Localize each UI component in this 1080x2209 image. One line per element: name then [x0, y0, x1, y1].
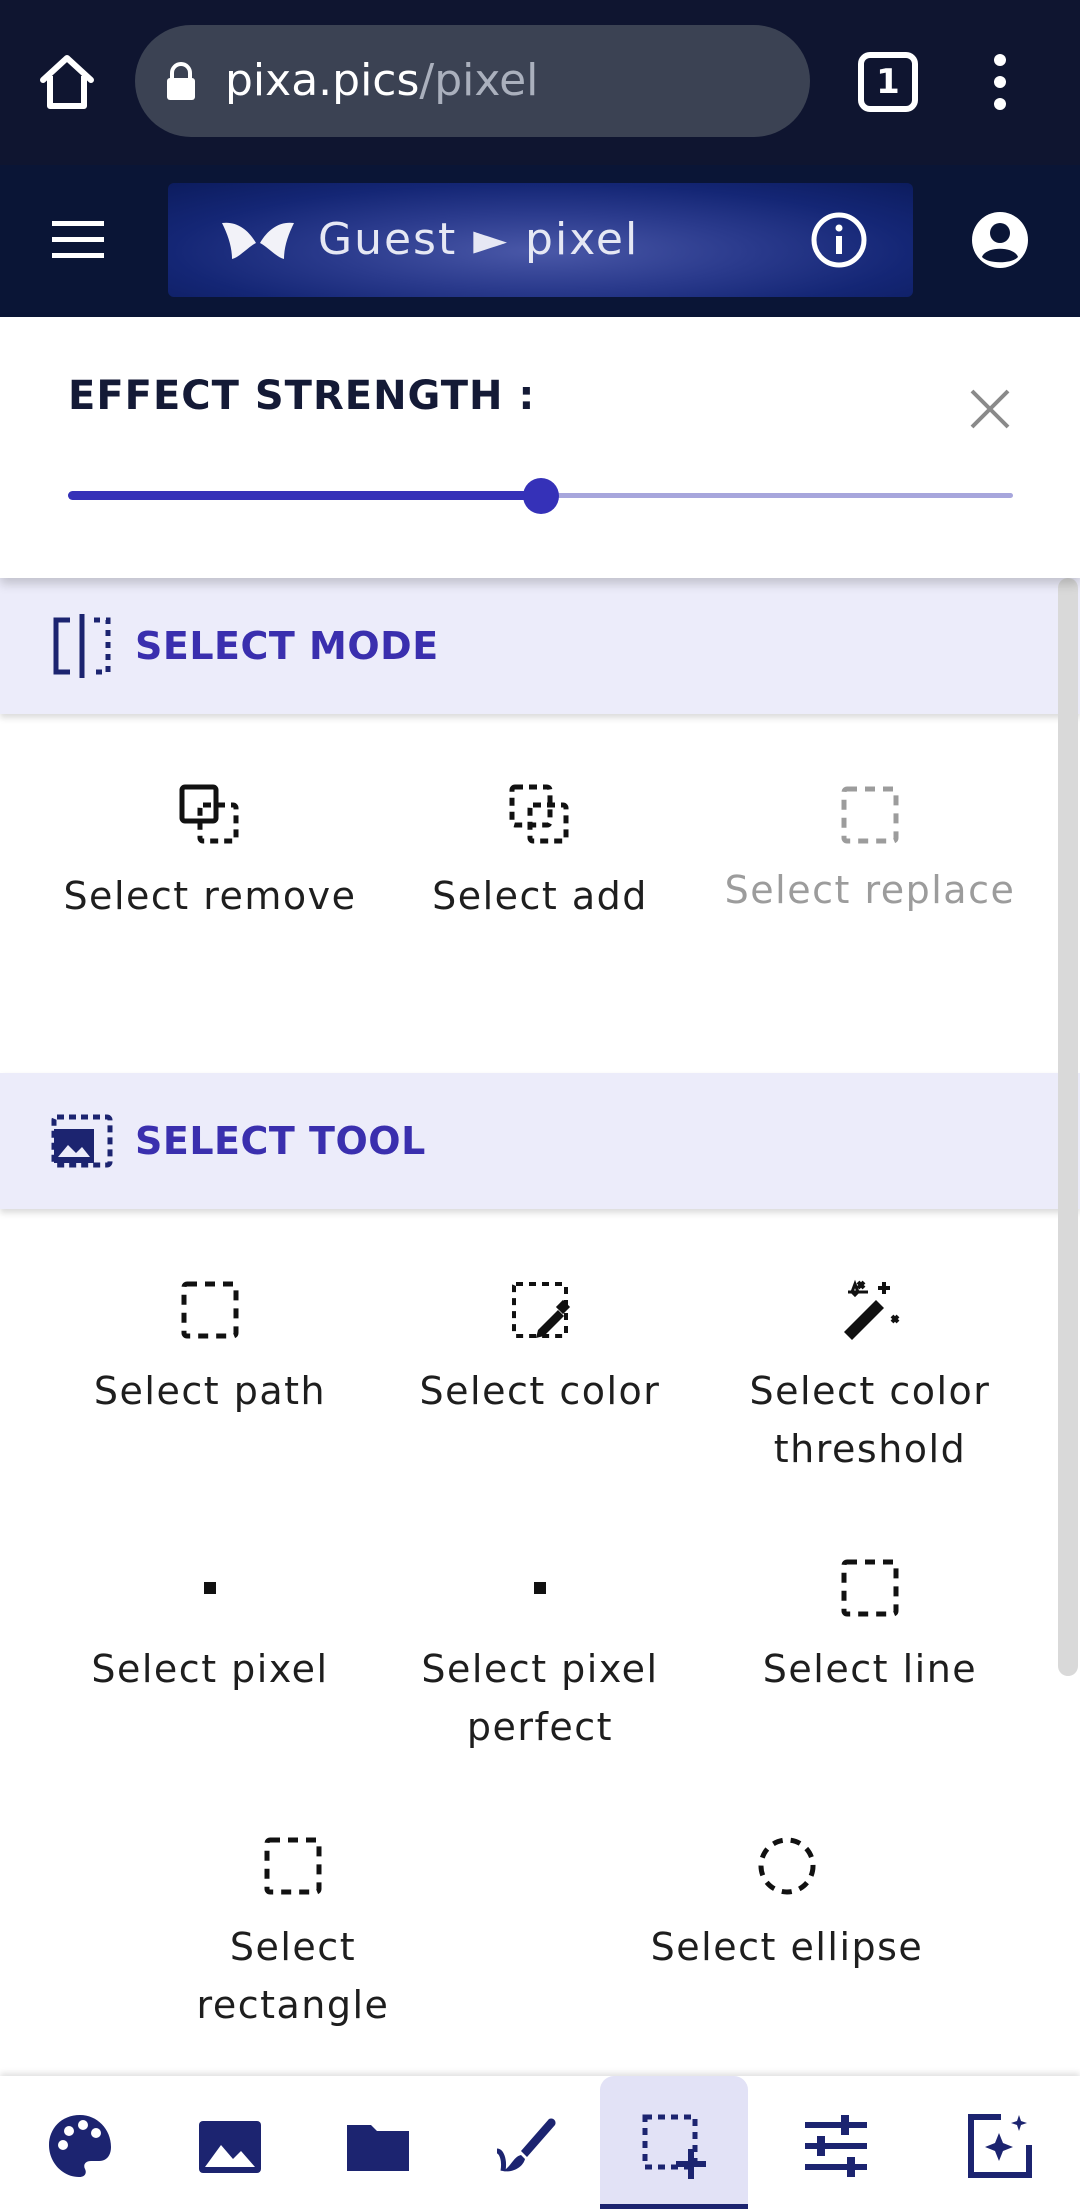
effect-strength-title: EFFECT STRENGTH : [68, 373, 536, 419]
select-tool-title: SELECT TOOL [135, 1119, 426, 1163]
select-color-threshold-label: Select color threshold [749, 1369, 991, 1471]
select-mode-title: SELECT MODE [135, 624, 439, 668]
app-title-banner[interactable]: Guest ► pixel [168, 183, 913, 297]
select-rectangle-icon [261, 1834, 325, 1898]
select-remove-icon [178, 783, 242, 847]
app-header: Guest ► pixel [0, 165, 1080, 317]
home-icon[interactable] [35, 50, 99, 114]
select-rectangle-label: Select rectangle [196, 1925, 390, 2027]
address-bar[interactable]: pixa.pics/pixel [135, 25, 810, 137]
brush-icon [496, 2118, 556, 2172]
effect-strength-panel: EFFECT STRENGTH : [0, 317, 1080, 578]
select-pixel-label: Select pixel [91, 1647, 329, 1691]
tools-scroll-area: SELECT MODE Select remove Select add Sel… [0, 578, 1080, 2076]
select-image-icon [50, 1107, 114, 1175]
select-ellipse-button[interactable]: Select ellipse [622, 1834, 952, 1976]
select-remove-button[interactable]: Select remove [45, 783, 375, 925]
select-mode-header: SELECT MODE [0, 578, 1080, 714]
tab-switcher-button[interactable]: 1 [858, 52, 918, 112]
palette-icon [49, 2115, 111, 2177]
browser-toolbar: pixa.pics/pixel 1 [0, 0, 1080, 165]
account-icon[interactable] [970, 210, 1030, 270]
nav-palette[interactable] [6, 2076, 154, 2209]
folder-icon [347, 2125, 409, 2171]
select-pixel-perfect-button[interactable]: Select pixel perfect [375, 1556, 705, 1756]
select-add-icon [508, 783, 572, 847]
select-pixel-button[interactable]: Select pixel [45, 1556, 375, 1698]
select-replace-icon [838, 783, 902, 847]
nav-brush[interactable] [452, 2076, 600, 2209]
nav-folder[interactable] [304, 2076, 452, 2209]
select-line-button[interactable]: Select line [705, 1556, 1035, 1698]
magic-wand-icon [838, 1278, 902, 1342]
select-line-label: Select line [762, 1647, 978, 1691]
select-pixel-icon [178, 1556, 242, 1620]
effect-strength-slider[interactable] [68, 477, 1013, 517]
close-icon[interactable] [968, 387, 1012, 431]
select-replace-button[interactable]: Select replace [705, 783, 1035, 919]
lock-icon [163, 61, 199, 101]
hamburger-menu-icon[interactable] [50, 215, 106, 265]
select-ellipse-icon [755, 1834, 819, 1898]
slider-thumb[interactable] [522, 478, 559, 514]
select-path-label: Select path [93, 1369, 327, 1413]
select-ellipse-label: Select ellipse [650, 1925, 924, 1969]
select-rectangle-button[interactable]: Select rectangle [128, 1834, 458, 2034]
nav-image[interactable] [156, 2076, 304, 2209]
url-text: pixa.pics/pixel [225, 25, 538, 137]
select-color-threshold-button[interactable]: Select color threshold [705, 1278, 1035, 1478]
info-icon[interactable] [810, 211, 868, 269]
select-color-label: Select color [419, 1369, 661, 1413]
scrollbar[interactable] [1058, 578, 1078, 1676]
select-pixel-perfect-label: Select pixel perfect [421, 1647, 659, 1749]
select-pixel-perfect-icon [508, 1556, 572, 1620]
tune-icon [805, 2115, 867, 2177]
select-path-icon [178, 1278, 242, 1342]
select-remove-label: Select remove [63, 874, 357, 918]
url-path: /pixel [419, 55, 539, 106]
image-icon [199, 2121, 261, 2173]
more-vert-icon[interactable] [985, 50, 1015, 114]
select-replace-label: Select replace [724, 868, 1016, 912]
select-add-label: Select add [432, 874, 648, 918]
selection-add-icon [642, 2114, 706, 2179]
select-line-icon [838, 1556, 902, 1620]
select-color-icon [508, 1278, 572, 1342]
flip-icon [50, 612, 114, 680]
select-add-button[interactable]: Select add [375, 783, 705, 925]
nav-filter[interactable] [926, 2076, 1074, 2209]
select-color-button[interactable]: Select color [375, 1278, 705, 1420]
app-title: Guest ► pixel [318, 214, 640, 265]
bottom-navigation [0, 2076, 1080, 2209]
filter-icon [968, 2114, 1032, 2178]
nav-selection[interactable] [600, 2076, 748, 2209]
logo-wings-icon [218, 217, 298, 263]
slider-fill [68, 491, 541, 500]
select-path-button[interactable]: Select path [45, 1278, 375, 1420]
nav-tune[interactable] [762, 2076, 910, 2209]
url-domain: pixa.pics [225, 55, 420, 106]
select-tool-header: SELECT TOOL [0, 1073, 1080, 1209]
